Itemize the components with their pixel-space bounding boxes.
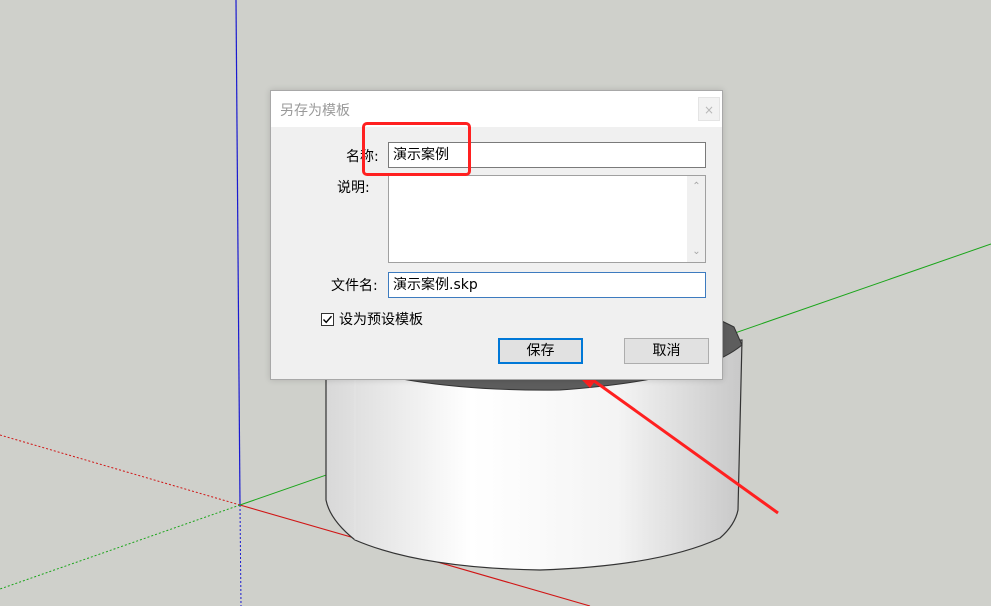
filename-label: 文件名:	[331, 278, 378, 294]
cancel-button[interactable]: 取消	[624, 338, 709, 364]
close-icon: ×	[703, 103, 715, 117]
z-axis-negative	[239, 504, 242, 606]
save-button[interactable]: 保存	[498, 338, 583, 364]
default-template-checkbox[interactable]	[321, 312, 334, 326]
x-axis-negative	[0, 434, 241, 506]
annotation-highlight-box	[362, 122, 471, 176]
save-as-template-dialog: 另存为模板 × 名称: 演示案例 说明: ⌃ ⌄ 文件名: 演示案例.skp 设…	[270, 90, 723, 380]
scroll-down-icon[interactable]: ⌄	[688, 243, 705, 260]
y-axis-negative	[0, 504, 241, 590]
dialog-title: 另存为模板	[280, 103, 350, 119]
filename-input[interactable]: 演示案例.skp	[388, 272, 706, 298]
checkmark-icon	[322, 315, 333, 323]
description-textarea[interactable]: ⌃ ⌄	[388, 175, 706, 263]
scroll-up-icon[interactable]: ⌃	[688, 178, 705, 195]
description-scrollbar[interactable]: ⌃ ⌄	[687, 176, 705, 262]
description-label: 说明:	[337, 180, 370, 196]
dialog-titlebar[interactable]: 另存为模板 ×	[271, 91, 722, 127]
default-template-label: 设为预设模板	[339, 312, 423, 328]
z-axis	[235, 0, 241, 506]
default-template-option[interactable]: 设为预设模板	[321, 309, 423, 329]
close-button[interactable]: ×	[698, 97, 720, 121]
